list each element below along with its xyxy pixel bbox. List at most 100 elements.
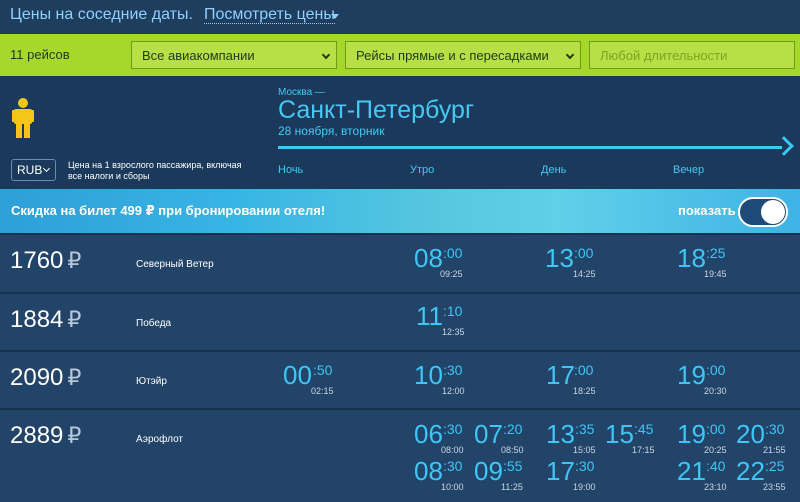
arrival-time: 15:05 [573,445,596,455]
arrival-time: 20:30 [704,386,727,396]
time-of-day-day: День [541,164,567,176]
nearby-dates-text: Цены на соседние даты. [10,6,193,23]
duration-placeholder: Любой длительности [600,48,728,63]
departure-hour: 00 [283,360,312,390]
departure-minutes: :00 [574,245,594,261]
arrival-time: 19:00 [573,482,596,492]
arrival-time: 19:45 [704,269,727,279]
flight-date: 28 ноября, вторник [278,124,385,138]
top-bar: Цены на соседние даты. Посмотреть цены [0,0,800,34]
arrival-time: 09:25 [440,269,463,279]
departure-hour: 13 [545,243,574,273]
departure-hour: 07 [474,419,503,449]
currency-value: RUB [17,163,43,177]
departure-hour: 18 [677,243,706,273]
flight-row[interactable]: 1884 ₽ Победа [0,292,800,350]
departure-hour: 17 [546,456,575,486]
currency-sign: ₽ [67,307,82,332]
arrival-time: 18:25 [573,386,596,396]
departure-minutes: :25 [706,245,726,261]
duration-input[interactable]: Любой длительности [589,41,795,69]
arrival-time: 12:00 [442,386,465,396]
destination-city: Санкт-Петербург [278,96,475,124]
row-price: 1884 ₽ [10,306,81,334]
departure-minutes: :20 [503,421,523,437]
arrival-time: 02:15 [311,386,334,396]
departure-minutes: :30 [443,362,463,378]
chevron-down-icon [565,50,575,60]
departure-minutes: :00 [706,362,726,378]
filter-bar: 11 рейсов Все авиакомпании Рейсы прямые … [0,34,800,76]
departure-hour: 09 [474,456,503,486]
arrival-time: 11:25 [501,482,523,492]
toggle-knob [761,200,785,224]
departure-minutes: :35 [575,421,595,437]
departure-minutes: :40 [706,458,726,474]
banner-text: Скидка на билет 499 ₽ при бронировании о… [11,203,326,218]
flights-count: 11 рейсов [10,47,70,62]
chevron-down-icon[interactable] [331,14,339,19]
time-of-day-evening: Вечер [673,164,705,176]
price-value: 2090 [10,364,64,391]
arrival-time: 08:00 [441,445,464,455]
passenger-icon[interactable] [12,98,34,138]
departure-hour: 08 [414,243,443,273]
departure-minutes: :00 [443,245,463,261]
departure-hour: 15 [605,419,634,449]
flight-type-select[interactable]: Рейсы прямые и с пересадками [345,41,581,69]
arrival-time: 20:25 [704,445,727,455]
arrival-time: 14:25 [573,269,596,279]
departure-hour: 19 [677,360,706,390]
departure-minutes: :55 [503,458,523,474]
price-value: 1760 [10,247,64,274]
airline-name: Северный Ветер [136,259,214,270]
departure-minutes: :30 [443,421,463,437]
chevron-down-icon [321,50,331,60]
departure-minutes: :45 [634,421,654,437]
arrival-time: 17:15 [632,445,655,455]
departure-hour: 11 [416,301,443,331]
airline-name: Ютэйр [136,376,167,387]
departure-minutes: :00 [574,362,594,378]
arrival-time: 23:10 [704,482,727,492]
flight-type-select-value: Рейсы прямые и с пересадками [356,48,549,63]
arrival-time: 08:50 [501,445,524,455]
time-of-day-morning: Утро [410,164,435,176]
arrival-time: 23:55 [763,482,786,492]
airline-name: Аэрофлот [136,434,183,445]
airlines-select[interactable]: Все авиакомпании [131,41,337,69]
departure-minutes: :30 [575,458,595,474]
show-discount-toggle[interactable] [738,197,788,227]
row-price: 2889 ₽ [10,422,81,450]
see-prices-link[interactable]: Посмотреть цены [204,6,335,24]
row-price: 1760 ₽ [10,247,81,275]
departure-hour: 17 [546,360,575,390]
departure-minutes: :50 [313,362,333,378]
currency-sign: ₽ [67,248,82,273]
arrival-time: 10:00 [441,482,464,492]
price-value: 2889 [10,422,64,449]
currency-sign: ₽ [67,365,82,390]
departure-hour: 21 [677,456,706,486]
arrival-time: 12:35 [442,327,465,337]
currency-select[interactable]: RUB [11,159,56,181]
departure-hour: 06 [414,419,443,449]
departure-hour: 22 [736,456,765,486]
departure-minutes: :25 [765,458,785,474]
row-price: 2090 ₽ [10,364,81,392]
departure-hour: 20 [736,419,765,449]
show-label: показать [678,203,736,218]
departure-minutes: :30 [765,421,785,437]
airlines-select-value: Все авиакомпании [142,48,255,63]
departure-minutes: :30 [443,458,463,474]
currency-sign: ₽ [67,423,82,448]
route-arrow-line [278,146,782,149]
departure-minutes: :10 [443,303,463,319]
departure-minutes: :00 [706,421,726,437]
arrival-time: 21:55 [763,445,786,455]
departure-hour: 10 [414,360,443,390]
price-value: 1884 [10,306,64,333]
chevron-down-icon [42,164,51,173]
airline-name: Победа [136,318,172,329]
departure-hour: 08 [414,456,443,486]
